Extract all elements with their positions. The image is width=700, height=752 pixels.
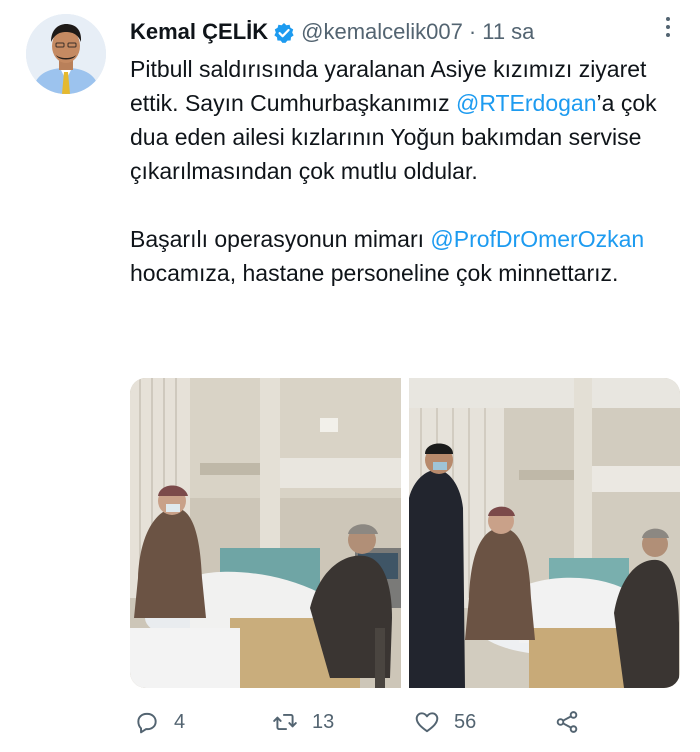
tweet-text-part: hocamıza, hastane personeline çok minnet… [130, 260, 619, 286]
media-grid [130, 378, 680, 688]
heart-icon [415, 712, 439, 733]
reply-button[interactable]: 4 [134, 709, 185, 735]
tweet-actions: 4 13 56 [130, 704, 610, 740]
retweet-icon [273, 713, 297, 731]
tweet-text-part: Başarılı operasyonun mimarı [130, 226, 431, 252]
reply-icon [137, 712, 157, 734]
reply-count: 4 [174, 710, 186, 733]
share-icon [556, 711, 578, 733]
separator-dot: · [468, 19, 477, 44]
hospital-photo-1 [130, 378, 401, 688]
avatar-image [26, 14, 106, 94]
author-name[interactable]: Kemal ÇELİK [130, 16, 268, 48]
verified-badge-icon [273, 21, 295, 43]
tweet-header: Kemal ÇELİK @kemalcelik007 · 11 sa [130, 16, 660, 48]
tweet-paragraph-2: Başarılı operasyonun mimarı @ProfDrOmerO… [130, 222, 690, 290]
share-button[interactable] [554, 709, 580, 735]
retweet-count: 13 [312, 710, 335, 733]
tweet-timestamp[interactable]: 11 sa [482, 16, 534, 48]
mention-link[interactable]: @RTErdogan [456, 90, 597, 116]
mention-link[interactable]: @ProfDrOmerOzkan [430, 226, 644, 252]
hospital-photo-2 [409, 378, 680, 688]
tweet-text: Pitbull saldırısında yaralanan Asiye kız… [130, 52, 690, 290]
avatar[interactable] [26, 14, 106, 94]
tweet-paragraph-1: Pitbull saldırısında yaralanan Asiye kız… [130, 52, 690, 188]
like-count: 56 [454, 710, 477, 733]
more-dots-icon[interactable] [658, 14, 678, 40]
author-handle[interactable]: @kemalcelik007 [301, 16, 463, 48]
tweet[interactable]: Kemal ÇELİK @kemalcelik007 · 11 sa Pitbu… [0, 0, 700, 752]
like-button[interactable]: 56 [414, 709, 476, 735]
photo-1[interactable] [130, 378, 401, 688]
retweet-button[interactable]: 13 [272, 709, 334, 735]
photo-2[interactable] [409, 378, 680, 688]
